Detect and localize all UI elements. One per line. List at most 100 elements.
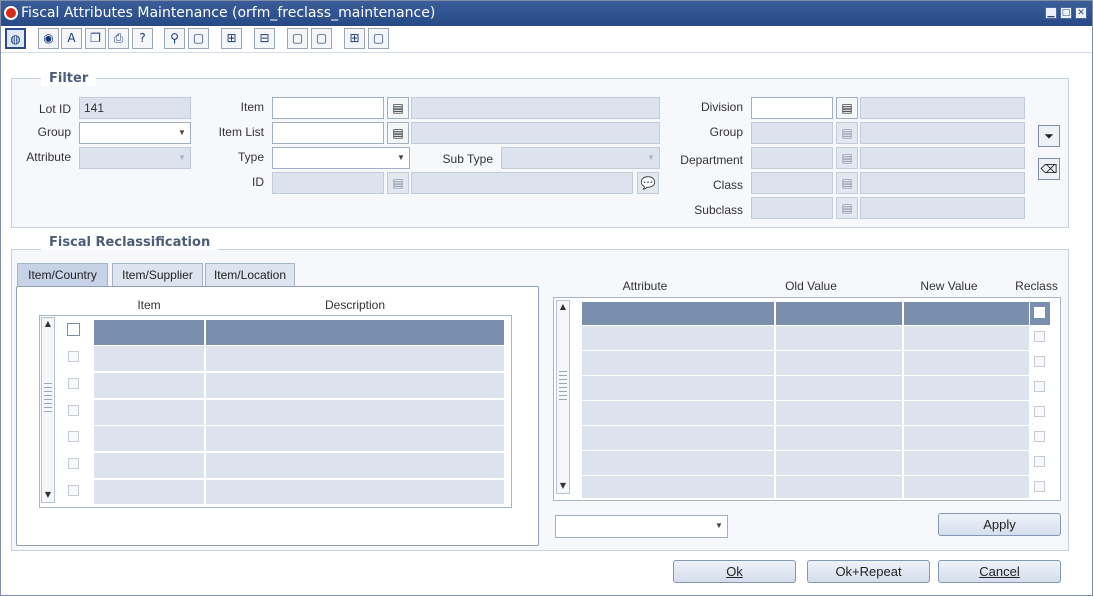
table-row-desc-cell[interactable]	[206, 480, 504, 505]
table-row-item-cell[interactable]	[94, 400, 204, 426]
filter-icon[interactable]: ⏷	[1038, 125, 1060, 147]
id-lov-icon[interactable]: ▤	[387, 172, 409, 194]
reclass-checkbox[interactable]	[1034, 307, 1045, 318]
eraser-icon[interactable]: ⌫	[1038, 158, 1060, 180]
attr-row-attribute-cell[interactable]	[582, 401, 774, 426]
attr-row-attribute-cell[interactable]	[582, 451, 774, 476]
attr-row-old-value-cell[interactable]	[776, 376, 902, 401]
tree-add-icon[interactable]: ⊟	[254, 28, 275, 49]
scroll-up-icon[interactable]: ▲	[558, 302, 568, 311]
division-lov-icon[interactable]: ▤	[836, 97, 858, 119]
new-doc-icon[interactable]: ▢	[287, 28, 308, 49]
division-input[interactable]	[751, 97, 833, 119]
help-circle-icon[interactable]: ◉	[38, 28, 59, 49]
group2-lov-icon[interactable]: ▤	[836, 122, 858, 144]
scroll-down-icon[interactable]: ▼	[558, 481, 568, 490]
attr-row-old-value-cell[interactable]	[776, 476, 902, 499]
table-row-item-cell[interactable]	[94, 426, 204, 452]
reclass-checkbox[interactable]	[1034, 381, 1045, 392]
attr-row-new-value-cell[interactable]	[904, 376, 1029, 401]
new-doc-3-icon[interactable]: ▢	[368, 28, 389, 49]
row-select-checkbox[interactable]	[68, 324, 79, 335]
tab-item-location[interactable]: Item/Location	[205, 263, 295, 287]
attr-row-attribute-cell[interactable]	[582, 376, 774, 401]
reclass-checkbox[interactable]	[1034, 356, 1045, 367]
attr-row-old-value-cell[interactable]	[776, 351, 902, 376]
attribute-grid-scrollbar[interactable]: ▲ ▼	[556, 300, 570, 494]
minimize-icon[interactable]: ▁	[1045, 7, 1057, 19]
question-icon[interactable]: ?	[132, 28, 153, 49]
row-select-checkbox[interactable]	[68, 431, 79, 442]
ok-repeat-button[interactable]: Ok+Repeat	[807, 560, 930, 583]
tree-icon[interactable]: ⊞	[221, 28, 242, 49]
attr-row-new-value-cell[interactable]	[904, 401, 1029, 426]
attr-row-new-value-cell[interactable]	[904, 351, 1029, 376]
new-record-icon[interactable]: ▢	[188, 28, 209, 49]
chevron-down-icon[interactable]: ▼	[175, 149, 189, 167]
table-row-item-cell[interactable]	[94, 373, 204, 399]
table-row-desc-cell[interactable]	[206, 400, 504, 426]
attr-row-old-value-cell[interactable]	[776, 326, 902, 351]
scroll-up-icon[interactable]: ▲	[43, 319, 53, 328]
chevron-down-icon[interactable]: ▼	[175, 124, 189, 142]
subclass-lov-icon[interactable]: ▤	[836, 197, 858, 219]
group-select[interactable]: ▼	[79, 122, 191, 144]
attribute-select[interactable]: ▼	[79, 147, 191, 169]
cancel-button[interactable]: Cancel	[938, 560, 1061, 583]
table-row-desc-cell[interactable]	[206, 453, 504, 479]
table-row-desc-cell[interactable]	[206, 346, 504, 372]
table-row-item-cell[interactable]	[94, 346, 204, 372]
scroll-grip-icon[interactable]	[559, 371, 567, 401]
type-select[interactable]: ▼	[272, 147, 410, 169]
table-row-item-cell[interactable]	[94, 480, 204, 505]
table-row-item-cell[interactable]	[94, 453, 204, 479]
attr-row-attribute-cell[interactable]	[582, 351, 774, 376]
reclass-checkbox[interactable]	[1034, 406, 1045, 417]
chevron-down-icon[interactable]: ▼	[394, 149, 408, 167]
attr-row-new-value-cell[interactable]	[904, 451, 1029, 476]
reclass-checkbox[interactable]	[1034, 456, 1045, 467]
row-select-checkbox[interactable]	[68, 485, 79, 496]
item-list-input[interactable]	[272, 122, 384, 144]
attribute-value-select[interactable]: ▼	[555, 515, 728, 538]
table-row-item-cell[interactable]	[94, 320, 204, 346]
attr-row-old-value-cell[interactable]	[776, 451, 902, 476]
reclass-checkbox[interactable]	[1034, 331, 1045, 342]
row-select-checkbox[interactable]	[68, 351, 79, 362]
row-select-checkbox[interactable]	[68, 458, 79, 469]
reclass-checkbox[interactable]	[1034, 481, 1045, 492]
chevron-down-icon[interactable]: ▼	[644, 149, 658, 167]
attr-row-old-value-cell[interactable]	[776, 302, 902, 326]
table-row-desc-cell[interactable]	[206, 426, 504, 452]
apply-button[interactable]: Apply	[938, 513, 1061, 536]
new-doc-2-icon[interactable]: ▢	[311, 28, 332, 49]
row-select-checkbox[interactable]	[68, 378, 79, 389]
print-icon[interactable]: ⎙	[108, 28, 129, 49]
ok-button[interactable]: Ok	[673, 560, 796, 583]
spellcheck-icon[interactable]: A	[61, 28, 82, 49]
find-icon[interactable]: ⚲	[164, 28, 185, 49]
attr-row-old-value-cell[interactable]	[776, 401, 902, 426]
item-grid-scrollbar[interactable]: ▲ ▼	[41, 317, 55, 503]
attr-row-new-value-cell[interactable]	[904, 326, 1029, 351]
row-select-checkbox[interactable]	[68, 405, 79, 416]
close-icon[interactable]: ✕	[1075, 7, 1087, 19]
comment-icon[interactable]: 💬	[637, 172, 659, 194]
maximize-icon[interactable]: □	[1060, 7, 1072, 19]
copy-icon[interactable]: ❐	[85, 28, 106, 49]
tab-item-supplier[interactable]: Item/Supplier	[112, 263, 203, 287]
item-list-lov-icon[interactable]: ▤	[387, 122, 409, 144]
tab-item-country[interactable]: Item/Country	[17, 263, 108, 287]
scroll-grip-icon[interactable]	[44, 383, 52, 413]
attr-row-new-value-cell[interactable]	[904, 476, 1029, 499]
chevron-down-icon[interactable]: ▼	[712, 517, 726, 535]
attr-row-attribute-cell[interactable]	[582, 326, 774, 351]
item-input[interactable]	[272, 97, 384, 119]
attr-row-attribute-cell[interactable]	[582, 302, 774, 326]
attr-row-attribute-cell[interactable]	[582, 476, 774, 499]
scroll-down-icon[interactable]: ▼	[43, 490, 53, 499]
globe-icon[interactable]: ◍	[5, 28, 26, 49]
table-row-desc-cell[interactable]	[206, 373, 504, 399]
class-lov-icon[interactable]: ▤	[836, 172, 858, 194]
sub-type-select[interactable]: ▼	[501, 147, 660, 169]
